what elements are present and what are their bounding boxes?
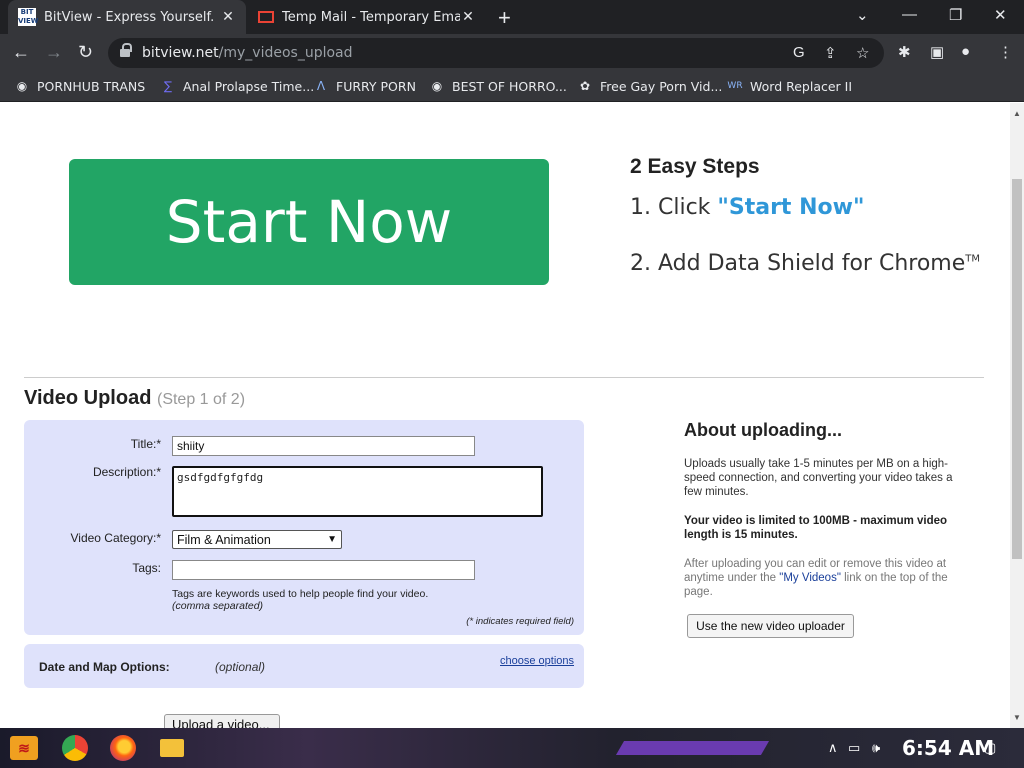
about-paragraph-3: After uploading you can edit or remove t… (684, 558, 948, 598)
chevron-down-icon: ▼ (327, 534, 337, 545)
reload-icon[interactable]: ↻ (78, 42, 93, 63)
extensions-icon[interactable]: ✱ (898, 43, 911, 61)
lock-icon[interactable] (120, 43, 132, 58)
about-title: About uploading... (684, 420, 842, 440)
bookmark-item[interactable]: ◉ PORNHUB TRANS (14, 78, 145, 94)
ad-step-1: 1. Click "Start Now" (630, 195, 865, 220)
forward-icon[interactable]: → (45, 42, 63, 63)
taskbar-decoration (615, 741, 770, 755)
network-icon[interactable]: ▭ (848, 740, 860, 756)
required-note: (* indicates required field) (466, 616, 574, 627)
upload-video-button[interactable]: Upload a video... (164, 714, 280, 728)
taskbar: ≋ ∧ ▭ 🕪 6:54 AM ▢ (0, 728, 1024, 768)
restore-icon[interactable]: ❐ (949, 6, 962, 24)
chevron-up-icon[interactable]: ∧ (828, 740, 838, 756)
gmail-icon (258, 11, 274, 23)
start-icon[interactable]: ≋ (10, 736, 38, 760)
ad-title: 2 Easy Steps (630, 155, 760, 178)
address-bar[interactable]: bitview.net/my_videos_upload G ⇪ ☆ (108, 38, 884, 68)
title-label: Title:* (130, 437, 161, 451)
bookmark-item[interactable]: ◉ BEST OF HORRO... (429, 78, 567, 94)
tab-bitview[interactable]: BIT VIEW BitView - Express Yourself. ✕ (8, 0, 246, 34)
bookmark-item[interactable]: Λ FURRY PORN (313, 78, 416, 94)
tab-temp-mail[interactable]: Temp Mail - Temporary Email ✕ (248, 0, 486, 34)
menu-icon[interactable]: ⋮ (998, 43, 1013, 61)
ad-step-2: 2. Add Data Shield for ChromeTM (630, 251, 981, 276)
upload-form: Title:* shiity Description:* gsdfgdfgfgf… (24, 420, 584, 635)
my-videos-link[interactable]: "My Videos" (779, 572, 841, 584)
tags-input[interactable] (172, 560, 475, 580)
site-icon: ✿ (579, 79, 591, 93)
tab-title: Temp Mail - Temporary Email (282, 9, 460, 25)
bitview-icon: BIT VIEW (18, 8, 39, 26)
bookmark-item[interactable]: WR Word Replacer II (727, 78, 852, 94)
globe-icon: ◉ (431, 79, 443, 93)
page-content: Start Now 2 Easy Steps 1. Click "Start N… (0, 103, 1010, 728)
description-label: Description:* (92, 465, 161, 479)
url-text[interactable]: bitview.net/my_videos_upload (142, 45, 353, 61)
back-icon[interactable]: ← (12, 42, 30, 63)
bookmark-star-icon[interactable]: ☆ (856, 44, 869, 62)
lambda-icon: Λ (316, 79, 326, 93)
title-input[interactable]: shiity (172, 436, 475, 456)
date-map-options: Date and Map Options: (optional) choose … (24, 644, 584, 688)
scroll-up-icon[interactable]: ▲ (1013, 109, 1021, 118)
profile-icon[interactable]: ● (961, 43, 970, 60)
tab-bar: BIT VIEW BitView - Express Yourself. ✕ Te… (0, 0, 1024, 34)
google-icon[interactable]: G (793, 44, 805, 61)
tags-label: Tags: (132, 561, 161, 575)
tags-hint: Tags are keywords used to help people fi… (172, 588, 429, 600)
new-tab-icon[interactable]: + (498, 5, 511, 31)
tags-hint-2: (comma separated) (172, 600, 264, 612)
browser-toolbar: ← → ↻ bitview.net/my_videos_upload G ⇪ ☆… (0, 34, 1024, 72)
new-uploader-button[interactable]: Use the new video uploader (687, 614, 854, 638)
globe-icon: ◉ (16, 79, 28, 93)
start-now-ad-button[interactable]: Start Now (69, 159, 549, 285)
firefox-icon[interactable] (110, 735, 136, 761)
about-paragraph-1: Uploads usually take 1-5 minutes per MB … (684, 458, 953, 498)
category-label: Video Category:* (70, 531, 161, 545)
scroll-thumb[interactable] (1012, 179, 1022, 559)
chrome-icon[interactable] (62, 735, 88, 761)
clock[interactable]: 6:54 AM (902, 736, 994, 760)
about-paragraph-2: Your video is limited to 100MB - maximum… (684, 515, 948, 541)
page-scrollbar[interactable]: ▲ ▼ (1010, 103, 1024, 728)
share-icon[interactable]: ⇪ (824, 44, 837, 62)
minimize-icon[interactable]: — (902, 6, 917, 23)
choose-options-link[interactable]: choose options (500, 655, 574, 667)
side-panel-icon[interactable]: ▣ (930, 43, 944, 61)
notifications-icon[interactable]: ▢ (984, 740, 996, 756)
tab-search-icon[interactable]: ⌄ (856, 6, 869, 24)
wr-icon: WR (727, 81, 743, 91)
close-tab-icon[interactable]: ✕ (460, 9, 476, 25)
category-select[interactable]: Film & Animation ▼ (172, 530, 342, 549)
close-tab-icon[interactable]: ✕ (220, 9, 236, 25)
close-window-icon[interactable]: ✕ (994, 6, 1007, 24)
divider (24, 377, 984, 378)
volume-icon[interactable]: 🕪 (872, 740, 880, 756)
tab-title: BitView - Express Yourself. (44, 9, 215, 25)
bookmark-item[interactable]: ∑ Anal Prolapse Time... (160, 78, 314, 94)
bookmark-item[interactable]: ✿ Free Gay Porn Vid... (577, 78, 722, 94)
page-title: Video Upload (Step 1 of 2) (24, 387, 246, 409)
file-explorer-icon[interactable] (160, 739, 184, 757)
bookmarks-bar: ◉ PORNHUB TRANS ∑ Anal Prolapse Time... ΛF… (0, 72, 1024, 102)
description-textarea[interactable]: gsdfgdfgfgfdg (172, 466, 543, 517)
optional-label: (optional) (215, 660, 266, 674)
scroll-down-icon[interactable]: ▼ (1013, 713, 1021, 722)
date-map-label: Date and Map Options: (39, 660, 170, 674)
bookmark-icon: ∑ (163, 79, 173, 93)
